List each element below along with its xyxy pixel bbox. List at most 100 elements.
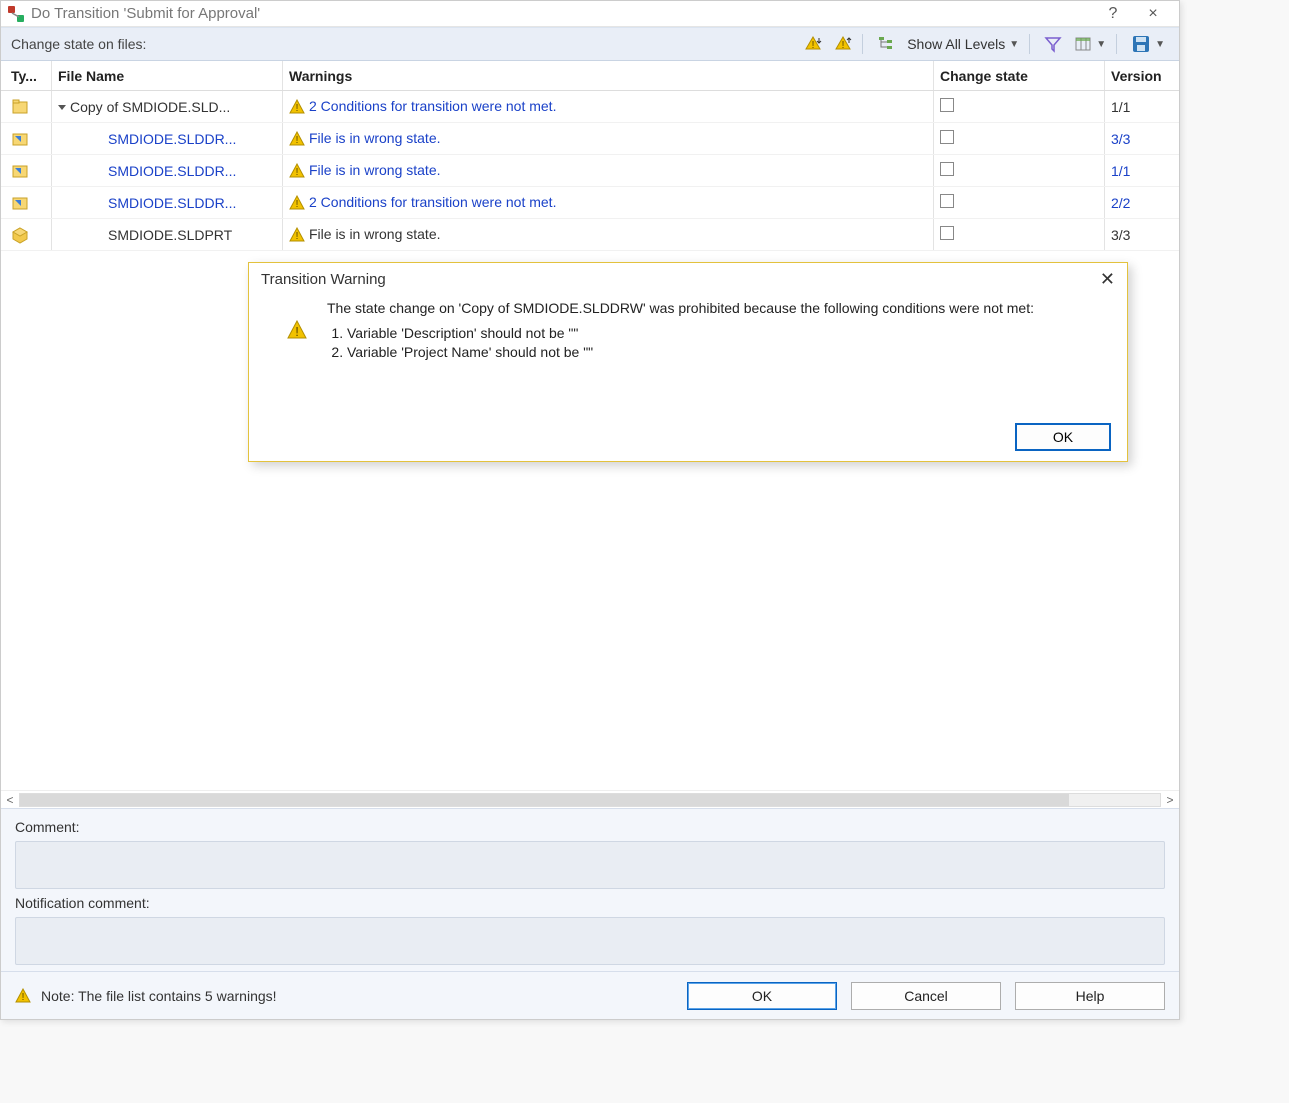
warning-icon: !: [15, 988, 31, 1004]
warning-cell[interactable]: !File is in wrong state.: [283, 162, 933, 179]
statusbar: ! Note: The file list contains 5 warning…: [1, 971, 1179, 1019]
chevron-down-icon: ▼: [1155, 39, 1165, 50]
modal-message: The state change on 'Copy of SMDIODE.SLD…: [327, 299, 1109, 318]
warning-icon: !: [289, 99, 305, 115]
svg-text:!: !: [295, 324, 299, 339]
svg-text:!: !: [296, 231, 299, 242]
warning-cell[interactable]: !File is in wrong state.: [283, 130, 933, 147]
help-button[interactable]: ?: [1093, 5, 1133, 23]
transition-warning-dialog: Transition Warning ✕ ! The state change …: [248, 262, 1128, 462]
file-name-cell[interactable]: SMDIODE.SLDDR...: [52, 131, 282, 147]
warning-cell[interactable]: !2 Conditions for transition were not me…: [283, 98, 933, 115]
expand-icon[interactable]: [58, 105, 66, 110]
scroll-track[interactable]: [19, 793, 1161, 807]
warning-note-text: Note: The file list contains 5 warnings!: [41, 988, 277, 1004]
notification-comment-label: Notification comment:: [15, 895, 1165, 911]
columns-icon[interactable]: ▼: [1070, 33, 1110, 55]
warning-icon: !: [289, 131, 305, 147]
change-state-cell: [934, 162, 1104, 179]
show-all-levels-dropdown[interactable]: Show All Levels ▼: [903, 34, 1023, 54]
col-version[interactable]: Version: [1105, 68, 1175, 84]
transition-dialog: Do Transition 'Submit for Approval' ? × …: [0, 0, 1180, 1020]
chevron-down-icon: ▼: [1096, 39, 1106, 50]
svg-text:!: !: [296, 167, 299, 178]
modal-condition-list: Variable 'Description' should not be ""V…: [327, 324, 1109, 362]
cancel-button[interactable]: Cancel: [851, 982, 1001, 1010]
change-state-checkbox[interactable]: [940, 98, 954, 112]
svg-text:!: !: [22, 992, 25, 1003]
change-state-cell: [934, 194, 1104, 211]
change-state-checkbox[interactable]: [940, 226, 954, 240]
version-cell: 3/3: [1105, 227, 1175, 243]
modal-close-icon[interactable]: ✕: [1100, 269, 1115, 290]
change-state-checkbox[interactable]: [940, 162, 954, 176]
filter-icon[interactable]: [1040, 33, 1066, 55]
table-row[interactable]: SMDIODE.SLDDR...!File is in wrong state.…: [1, 155, 1179, 187]
change-state-checkbox[interactable]: [940, 130, 954, 144]
col-warnings[interactable]: Warnings: [283, 68, 933, 84]
version-cell[interactable]: 3/3: [1105, 131, 1175, 147]
modal-title: Transition Warning: [261, 271, 386, 288]
col-type[interactable]: Ty...: [1, 68, 51, 84]
file-name-cell[interactable]: SMDIODE.SLDDR...: [52, 195, 282, 211]
condition-item: Variable 'Description' should not be "": [347, 324, 1109, 343]
horizontal-scrollbar[interactable]: < >: [1, 790, 1179, 808]
svg-text:!: !: [842, 40, 845, 51]
table-row[interactable]: SMDIODE.SLDDR...!2 Conditions for transi…: [1, 187, 1179, 219]
file-type-icon: [1, 226, 51, 244]
titlebar: Do Transition 'Submit for Approval' ? ×: [1, 1, 1179, 27]
col-changestate[interactable]: Change state: [934, 68, 1104, 84]
save-icon[interactable]: ▼: [1127, 32, 1169, 56]
workflow-icon: [7, 5, 25, 23]
file-type-icon: [1, 98, 51, 116]
grid-header: Ty... File Name Warnings Change state Ve…: [1, 61, 1179, 91]
notification-comment-input[interactable]: [15, 917, 1165, 965]
comment-input[interactable]: [15, 841, 1165, 889]
window-title: Do Transition 'Submit for Approval': [31, 5, 260, 22]
col-filename[interactable]: File Name: [52, 68, 282, 84]
version-cell[interactable]: 2/2: [1105, 195, 1175, 211]
toolbar: Change state on files: ! ! Show All Leve…: [1, 27, 1179, 61]
version-cell[interactable]: 1/1: [1105, 163, 1175, 179]
table-row[interactable]: SMDIODE.SLDPRT!File is in wrong state. 3/…: [1, 219, 1179, 251]
modal-titlebar: Transition Warning ✕: [249, 263, 1127, 295]
tree-levels-icon[interactable]: [873, 33, 899, 55]
table-row[interactable]: SMDIODE.SLDDR...!File is in wrong state.…: [1, 123, 1179, 155]
file-name-cell: SMDIODE.SLDPRT: [52, 227, 282, 243]
warning-cell[interactable]: !2 Conditions for transition were not me…: [283, 194, 933, 211]
file-name-cell: Copy of SMDIODE.SLD...: [52, 99, 282, 115]
scroll-left-icon[interactable]: <: [1, 793, 19, 807]
scroll-right-icon[interactable]: >: [1161, 793, 1179, 807]
change-state-cell: [934, 226, 1104, 243]
warning-up-icon[interactable]: !: [830, 33, 856, 55]
change-state-cell: [934, 130, 1104, 147]
warning-note: ! Note: The file list contains 5 warning…: [15, 988, 673, 1004]
change-state-cell: [934, 98, 1104, 115]
change-state-checkbox[interactable]: [940, 194, 954, 208]
comment-label: Comment:: [15, 819, 1165, 835]
modal-ok-button[interactable]: OK: [1015, 423, 1111, 451]
close-button[interactable]: ×: [1133, 5, 1173, 23]
comments-panel: Comment: Notification comment:: [1, 808, 1179, 971]
condition-item: Variable 'Project Name' should not be "": [347, 343, 1109, 362]
warning-down-icon[interactable]: !: [800, 33, 826, 55]
svg-text:!: !: [296, 199, 299, 210]
version-cell: 1/1: [1105, 99, 1175, 115]
help-button[interactable]: Help: [1015, 982, 1165, 1010]
chevron-down-icon: ▼: [1009, 39, 1019, 50]
table-row[interactable]: Copy of SMDIODE.SLD...!2 Conditions for …: [1, 91, 1179, 123]
svg-text:!: !: [812, 40, 815, 51]
file-name-cell[interactable]: SMDIODE.SLDDR...: [52, 163, 282, 179]
ok-button[interactable]: OK: [687, 982, 837, 1010]
warning-icon: !: [289, 227, 305, 243]
file-type-icon: [1, 130, 51, 148]
warning-icon: !: [286, 319, 308, 341]
svg-text:!: !: [296, 135, 299, 146]
toolbar-label: Change state on files:: [11, 36, 146, 52]
file-type-icon: [1, 162, 51, 180]
show-all-levels-label: Show All Levels: [907, 36, 1005, 52]
warning-cell: !File is in wrong state.: [283, 226, 933, 243]
svg-text:!: !: [296, 103, 299, 114]
warning-icon: !: [289, 163, 305, 179]
file-type-icon: [1, 194, 51, 212]
